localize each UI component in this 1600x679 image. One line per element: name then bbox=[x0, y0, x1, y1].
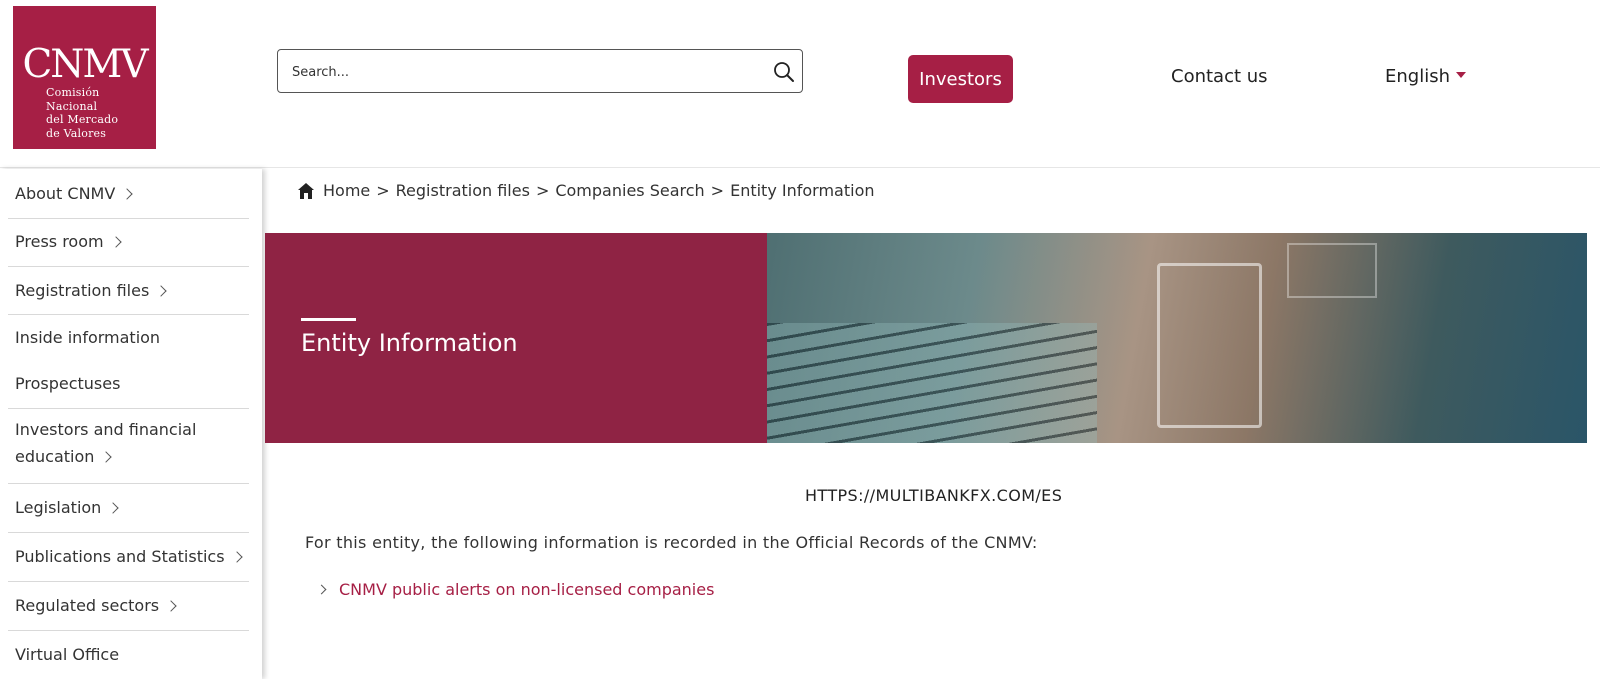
sidebar-item-label: Publications and Statistics bbox=[15, 547, 225, 566]
logo-subtitle: Comisión Nacional del Mercado de Valores bbox=[46, 86, 118, 140]
logo-line: del Mercado bbox=[46, 113, 119, 126]
search-input[interactable] bbox=[292, 60, 752, 84]
sidebar-item-regulated-sectors[interactable]: Regulated sectors bbox=[8, 582, 249, 631]
chevron-right-icon bbox=[107, 502, 119, 514]
entity-url: HTTPS://MULTIBANKFX.COM/ES bbox=[805, 486, 1063, 505]
contact-us-link[interactable]: Contact us bbox=[1171, 66, 1268, 87]
chevron-right-icon bbox=[316, 584, 327, 595]
sidebar-item-label: Inside information bbox=[15, 328, 161, 347]
language-selector[interactable]: English bbox=[1385, 66, 1466, 87]
breadcrumb-separator: > bbox=[376, 181, 390, 200]
sidebar-item-label: Investors and financial bbox=[15, 420, 197, 439]
search-box bbox=[277, 49, 803, 93]
public-alerts-label: CNMV public alerts on non-licensed compa… bbox=[339, 580, 715, 599]
page-title: Entity Information bbox=[301, 329, 518, 357]
keyboard-graphic bbox=[767, 323, 1097, 443]
investors-button[interactable]: Investors bbox=[908, 55, 1013, 103]
chevron-right-icon bbox=[155, 285, 167, 297]
sidebar-item-virtual-office[interactable]: Virtual Office bbox=[8, 631, 249, 679]
sidebar-item-label: About CNMV bbox=[15, 184, 116, 203]
banner-image bbox=[767, 233, 1587, 443]
breadcrumb-home[interactable]: Home bbox=[323, 181, 370, 200]
records-description: For this entity, the following informati… bbox=[305, 533, 1038, 552]
chevron-right-icon bbox=[121, 188, 133, 200]
logo-line: de Valores bbox=[46, 126, 107, 140]
sidebar-item-label: Registration files bbox=[15, 281, 150, 300]
cnmv-logo[interactable]: CNMV Comisión Nacional del Mercado de Va… bbox=[13, 6, 156, 149]
sidebar-nav: About CNMV Press room Registration files… bbox=[0, 169, 262, 679]
chevron-right-icon bbox=[109, 236, 122, 248]
logo-line: Comisión bbox=[46, 86, 100, 99]
language-label: English bbox=[1385, 66, 1450, 87]
breadcrumb-registration-files[interactable]: Registration files bbox=[396, 181, 530, 200]
banner-divider bbox=[301, 318, 356, 321]
sidebar-item-legislation[interactable]: Legislation bbox=[8, 484, 249, 533]
sidebar-item-label: Legislation bbox=[15, 498, 102, 517]
breadcrumb-companies-search[interactable]: Companies Search bbox=[555, 181, 704, 200]
sidebar-item-about-cnmv[interactable]: About CNMV bbox=[8, 174, 249, 219]
caret-down-icon bbox=[1456, 71, 1466, 78]
home-icon bbox=[298, 182, 314, 199]
sidebar-item-label: Virtual Office bbox=[15, 645, 120, 664]
sidebar-item-label: Prospectuses bbox=[15, 374, 121, 393]
sidebar-item-label: Press room bbox=[15, 232, 104, 251]
logo-line: Nacional bbox=[46, 99, 98, 113]
public-alerts-link[interactable]: CNMV public alerts on non-licensed compa… bbox=[316, 580, 715, 599]
chevron-right-icon bbox=[165, 600, 177, 612]
breadcrumb-separator: > bbox=[710, 181, 725, 200]
logo-mark: CNMV bbox=[22, 42, 148, 87]
sidebar-item-inside-information[interactable]: Inside information bbox=[8, 315, 249, 362]
sidebar-item-label: education bbox=[15, 447, 95, 466]
sidebar-item-registration-files[interactable]: Registration files bbox=[8, 267, 249, 315]
document-icon bbox=[1157, 263, 1262, 428]
document-icon bbox=[1287, 243, 1377, 298]
sidebar-item-press-room[interactable]: Press room bbox=[8, 219, 249, 267]
chevron-right-icon bbox=[100, 451, 113, 463]
chevron-right-icon bbox=[230, 551, 243, 563]
page-banner: Entity Information bbox=[265, 233, 1587, 443]
breadcrumb-separator: > bbox=[535, 181, 550, 200]
search-icon[interactable] bbox=[772, 60, 796, 84]
sidebar-item-prospectuses[interactable]: Prospectuses bbox=[8, 362, 249, 409]
sidebar-item-publications-statistics[interactable]: Publications and Statistics bbox=[8, 533, 249, 582]
breadcrumb-current: Entity Information bbox=[730, 181, 875, 200]
breadcrumb: Home > Registration files > Companies Se… bbox=[297, 181, 875, 200]
banner-panel: Entity Information bbox=[265, 233, 767, 443]
site-header: CNMV Comisión Nacional del Mercado de Va… bbox=[0, 0, 1600, 168]
sidebar-item-label: Regulated sectors bbox=[15, 596, 160, 615]
sidebar-item-investors-education[interactable]: Investors and financial education bbox=[8, 409, 249, 484]
